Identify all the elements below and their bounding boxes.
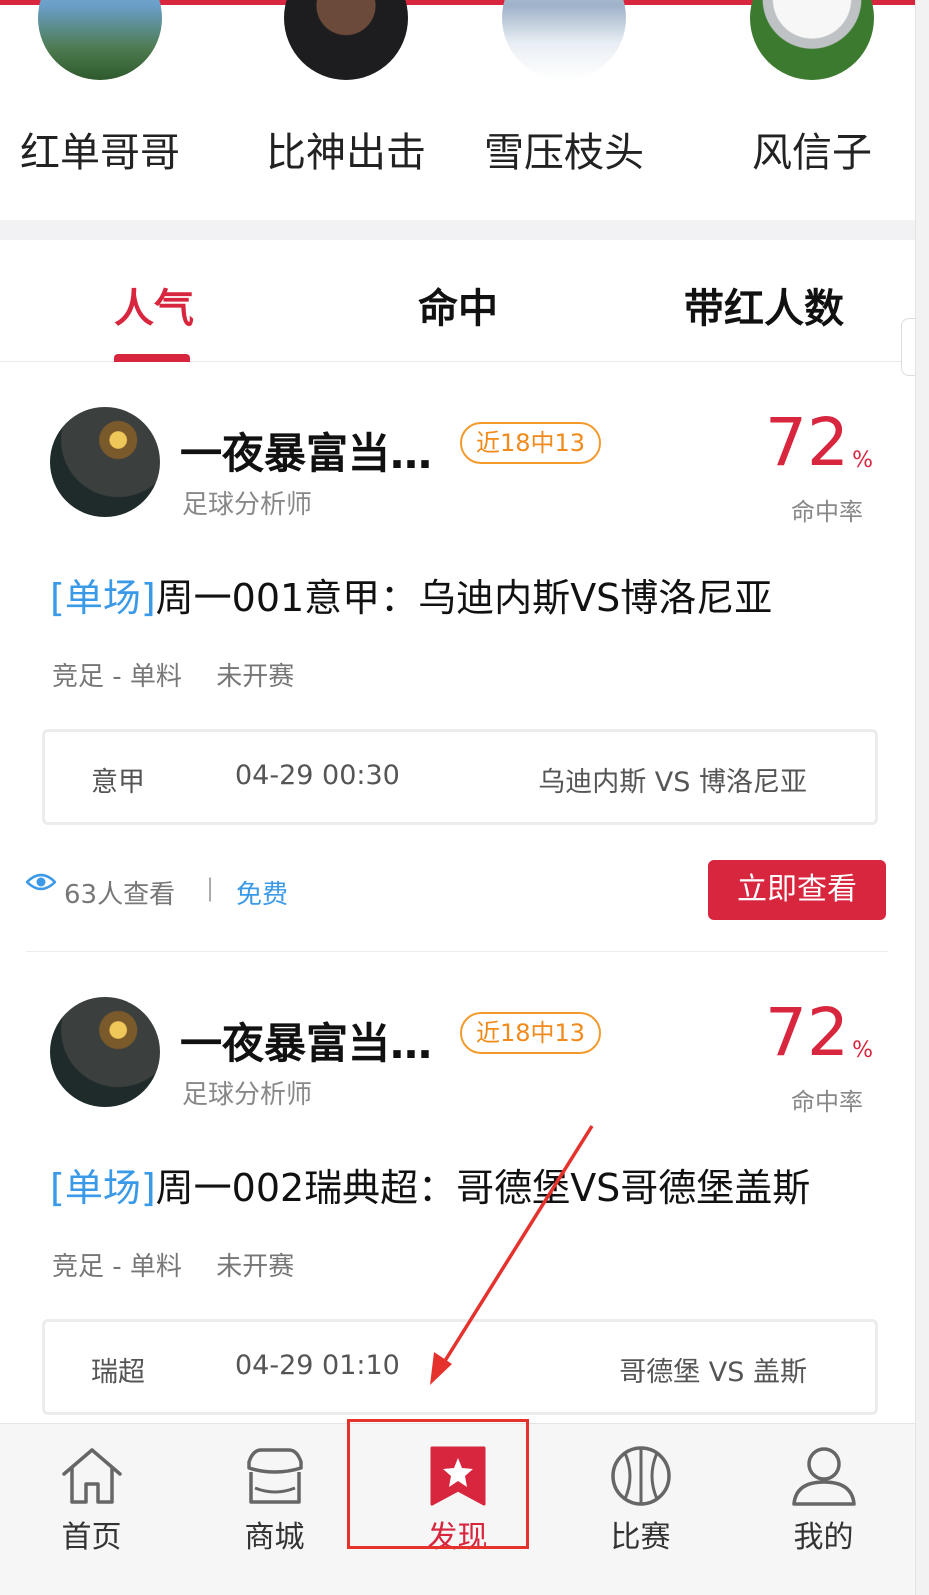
match-title[interactable]: [单场]周一002瑞典超：哥德堡VS哥德堡盖斯	[50, 1157, 810, 1212]
ranking-tabs: 人气 命中 带红人数	[0, 240, 915, 362]
category-text: 竞足 - 单料	[52, 662, 182, 692]
tab-red-count[interactable]: 带红人数	[684, 276, 844, 334]
expert-name: 雪压枝头	[484, 130, 644, 176]
view-now-button[interactable]: 立即查看	[708, 860, 886, 920]
price-text: 免费	[236, 880, 289, 910]
hit-rate-label: 命中率	[791, 1088, 863, 1116]
author-name: 一夜暴富当…	[180, 429, 433, 478]
author-name: 一夜暴富当…	[180, 1019, 433, 1068]
nav-mine[interactable]: 我的	[732, 1424, 915, 1595]
article-card[interactable]: 一夜暴富当… 近18中13 足球分析师 72 % 命中率 [单场]周一001意甲…	[0, 362, 915, 952]
home-icon	[61, 1448, 122, 1504]
eye-icon	[26, 873, 56, 891]
right-edge-strip	[915, 0, 929, 1595]
teams-text: 哥德堡 VS 盖斯	[619, 1357, 807, 1388]
expert-item[interactable]: 风信子	[712, 0, 912, 200]
match-tag: [单场]	[50, 1166, 156, 1210]
expert-item[interactable]: 比神出击	[246, 0, 446, 200]
category-text: 竞足 - 单料	[52, 1252, 182, 1282]
expert-name: 红单哥哥	[20, 130, 180, 176]
author-avatar[interactable]	[50, 997, 160, 1107]
hit-rate-value: 72	[765, 994, 849, 1071]
tab-hit[interactable]: 命中	[418, 276, 498, 334]
nav-store[interactable]: 商城	[183, 1424, 366, 1595]
match-title[interactable]: [单场]周一001意甲：乌迪内斯VS博洛尼亚	[50, 567, 772, 622]
experts-row: 红单哥哥 比神出击 雪压枝头 风信子	[0, 0, 915, 220]
store-icon	[246, 1448, 303, 1504]
record-badge: 近18中13	[460, 422, 602, 464]
expert-name: 风信子	[752, 130, 872, 176]
expert-name: 比神出击	[266, 130, 426, 176]
nav-label: 商城	[244, 1520, 305, 1555]
author-role: 足球分析师	[182, 1080, 313, 1110]
kickoff-time: 04-29 00:30	[235, 760, 400, 791]
match-info-box[interactable]: 意甲 04-29 00:30 乌迪内斯 VS 博洛尼亚	[42, 729, 878, 825]
match-meta: 竞足 - 单料 未开赛	[52, 1246, 320, 1283]
snow-scene-avatar[interactable]	[502, 0, 626, 80]
tab-popularity[interactable]: 人气	[114, 276, 194, 334]
basketball-player-avatar[interactable]	[284, 0, 408, 80]
league-text: 瑞超	[91, 1357, 145, 1388]
section-divider	[0, 220, 915, 240]
annotation-highlight-box	[347, 1419, 529, 1549]
match-title-text: 周一002瑞典超：哥德堡VS哥德堡盖斯	[155, 1166, 811, 1210]
author-avatar[interactable]	[50, 407, 160, 517]
footer-separator: |	[206, 874, 215, 902]
hit-rate-value: 72	[765, 404, 849, 481]
match-info-box[interactable]: 瑞超 04-29 01:10 哥德堡 VS 盖斯	[42, 1319, 878, 1415]
city-skyline-avatar[interactable]	[38, 0, 162, 80]
match-tag: [单场]	[50, 576, 156, 620]
basketball-icon	[610, 1446, 671, 1506]
nav-label: 比赛	[610, 1520, 671, 1555]
hit-rate-label: 命中率	[791, 498, 863, 526]
record-badge: 近18中13	[460, 1012, 602, 1054]
status-text: 未开赛	[216, 662, 295, 692]
kickoff-time: 04-29 01:10	[235, 1350, 400, 1381]
match-meta: 竞足 - 单料 未开赛	[52, 656, 320, 693]
nav-label: 首页	[61, 1520, 122, 1555]
teams-text: 乌迪内斯 VS 博洛尼亚	[538, 767, 807, 798]
status-text: 未开赛	[216, 1252, 295, 1282]
expert-item[interactable]: 红单哥哥	[0, 0, 200, 200]
card-footer: 63人查看 | 免费 立即查看	[26, 860, 886, 922]
expert-item[interactable]: 雪压枝头	[464, 0, 664, 200]
view-count: 63人查看	[64, 880, 176, 910]
nav-label: 我的	[793, 1520, 854, 1555]
active-tab-indicator	[114, 354, 190, 362]
nav-match[interactable]: 比赛	[549, 1424, 732, 1595]
hit-rate-unit: %	[852, 1038, 873, 1063]
league-text: 意甲	[91, 767, 145, 798]
soccer-ball-avatar[interactable]	[750, 0, 874, 80]
hit-rate-unit: %	[852, 448, 873, 473]
match-title-text: 周一001意甲：乌迪内斯VS博洛尼亚	[155, 576, 773, 620]
user-icon	[791, 1447, 856, 1506]
author-role: 足球分析师	[182, 490, 313, 520]
nav-home[interactable]: 首页	[0, 1424, 183, 1595]
